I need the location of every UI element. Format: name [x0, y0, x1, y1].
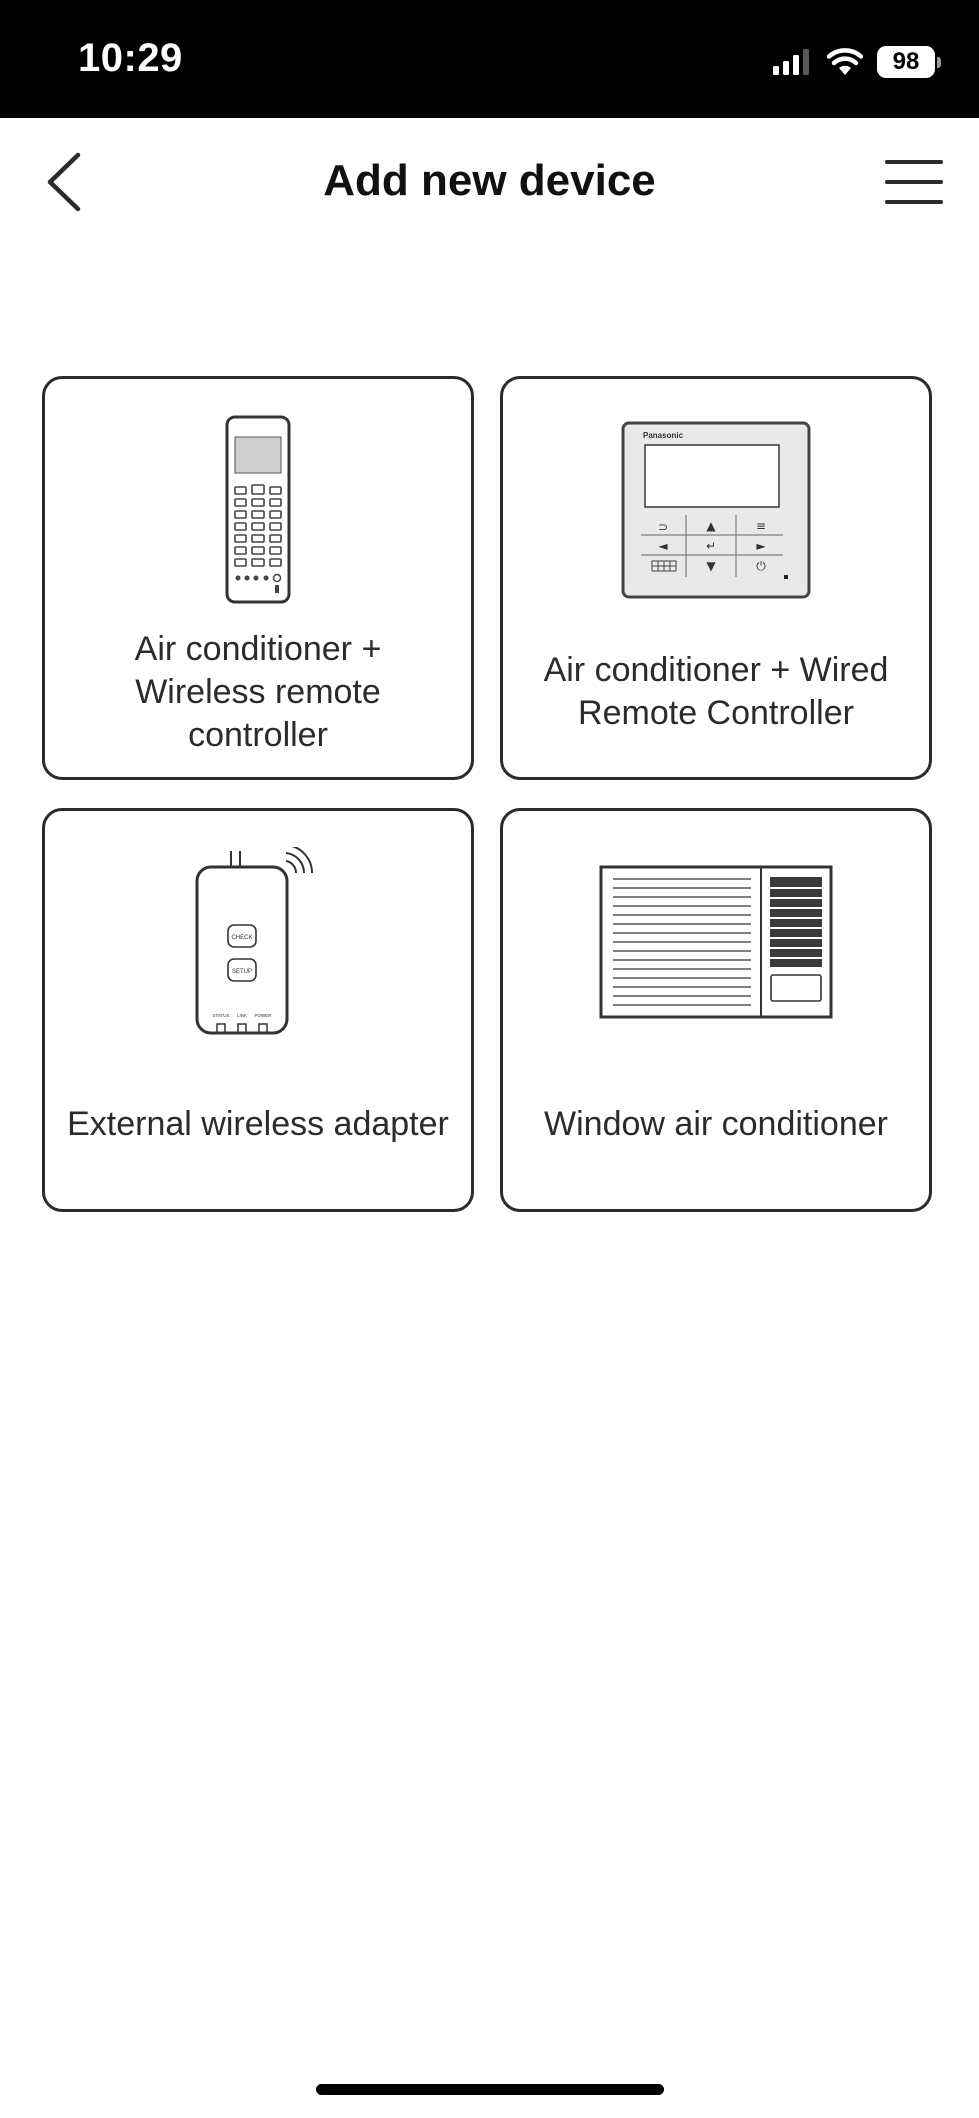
svg-text:▲: ▲ — [706, 519, 716, 533]
signal-icon — [773, 49, 809, 75]
nav-bar: Add new device — [0, 118, 979, 248]
hamburger-menu-icon — [885, 160, 943, 164]
svg-text:↵: ↵ — [706, 539, 716, 553]
hamburger-menu-line — [885, 200, 943, 204]
page-title: Add new device — [323, 156, 656, 205]
setup-label: SETUP — [232, 969, 252, 975]
svg-text:≡: ≡ — [756, 519, 766, 533]
wifi-icon — [827, 48, 863, 75]
power-led-label: POWER — [254, 1013, 272, 1018]
battery-icon: 98 — [877, 46, 941, 78]
brand-text: Panasonic — [643, 431, 684, 440]
window-ac-illustration — [503, 865, 929, 1019]
svg-text:⏻: ⏻ — [756, 559, 766, 573]
status-bar: 10:29 98 — [0, 0, 979, 118]
device-card-wireless-adapter[interactable]: CHECK SETUP STATUS LINK POWER External w… — [42, 808, 474, 1212]
device-card-label: Window air conditioner — [544, 1104, 888, 1143]
window-air-conditioner-icon — [599, 865, 833, 1019]
wireless-remote-illustration — [45, 415, 471, 605]
device-card-label: Air conditioner + Wireless remote contro… — [134, 629, 382, 754]
home-indicator[interactable] — [316, 2084, 664, 2095]
link-led-label: LINK — [237, 1013, 247, 1018]
wired-remote-illustration: Panasonic ⊃ ▲ ≡ ◄ ↵ ► ▼ ⏻ — [503, 421, 929, 599]
menu-button[interactable] — [885, 160, 943, 204]
wireless-adapter-illustration: CHECK SETUP STATUS LINK POWER — [45, 847, 471, 1037]
device-card-wireless-remote[interactable]: Air conditioner + Wireless remote contro… — [42, 376, 474, 780]
wireless-remote-icon — [225, 415, 291, 604]
status-led-label: STATUS — [212, 1013, 229, 1018]
device-card-wired-remote[interactable]: Panasonic ⊃ ▲ ≡ ◄ ↵ ► ▼ ⏻ Air conditione… — [500, 376, 932, 780]
status-icons: 98 — [773, 42, 941, 82]
wired-remote-controller-icon: Panasonic ⊃ ▲ ≡ ◄ ↵ ► ▼ ⏻ — [621, 421, 811, 599]
device-card-label: Air conditioner + Wired Remote Controlle… — [543, 651, 889, 732]
status-time: 10:29 — [78, 36, 183, 80]
device-card-label: External wireless adapter — [67, 1104, 449, 1143]
svg-text:◄: ◄ — [658, 539, 668, 553]
svg-text:⊃: ⊃ — [658, 520, 668, 534]
svg-text:▼: ▼ — [706, 559, 716, 573]
check-label: CHECK — [231, 935, 252, 941]
battery-level: 98 — [877, 46, 935, 78]
wireless-adapter-icon: CHECK SETUP STATUS LINK POWER — [195, 847, 314, 1035]
hamburger-menu-line — [885, 180, 943, 184]
device-card-window-ac[interactable]: Window air conditioner — [500, 808, 932, 1212]
svg-text:►: ► — [756, 539, 766, 553]
battery-tip — [937, 56, 941, 68]
